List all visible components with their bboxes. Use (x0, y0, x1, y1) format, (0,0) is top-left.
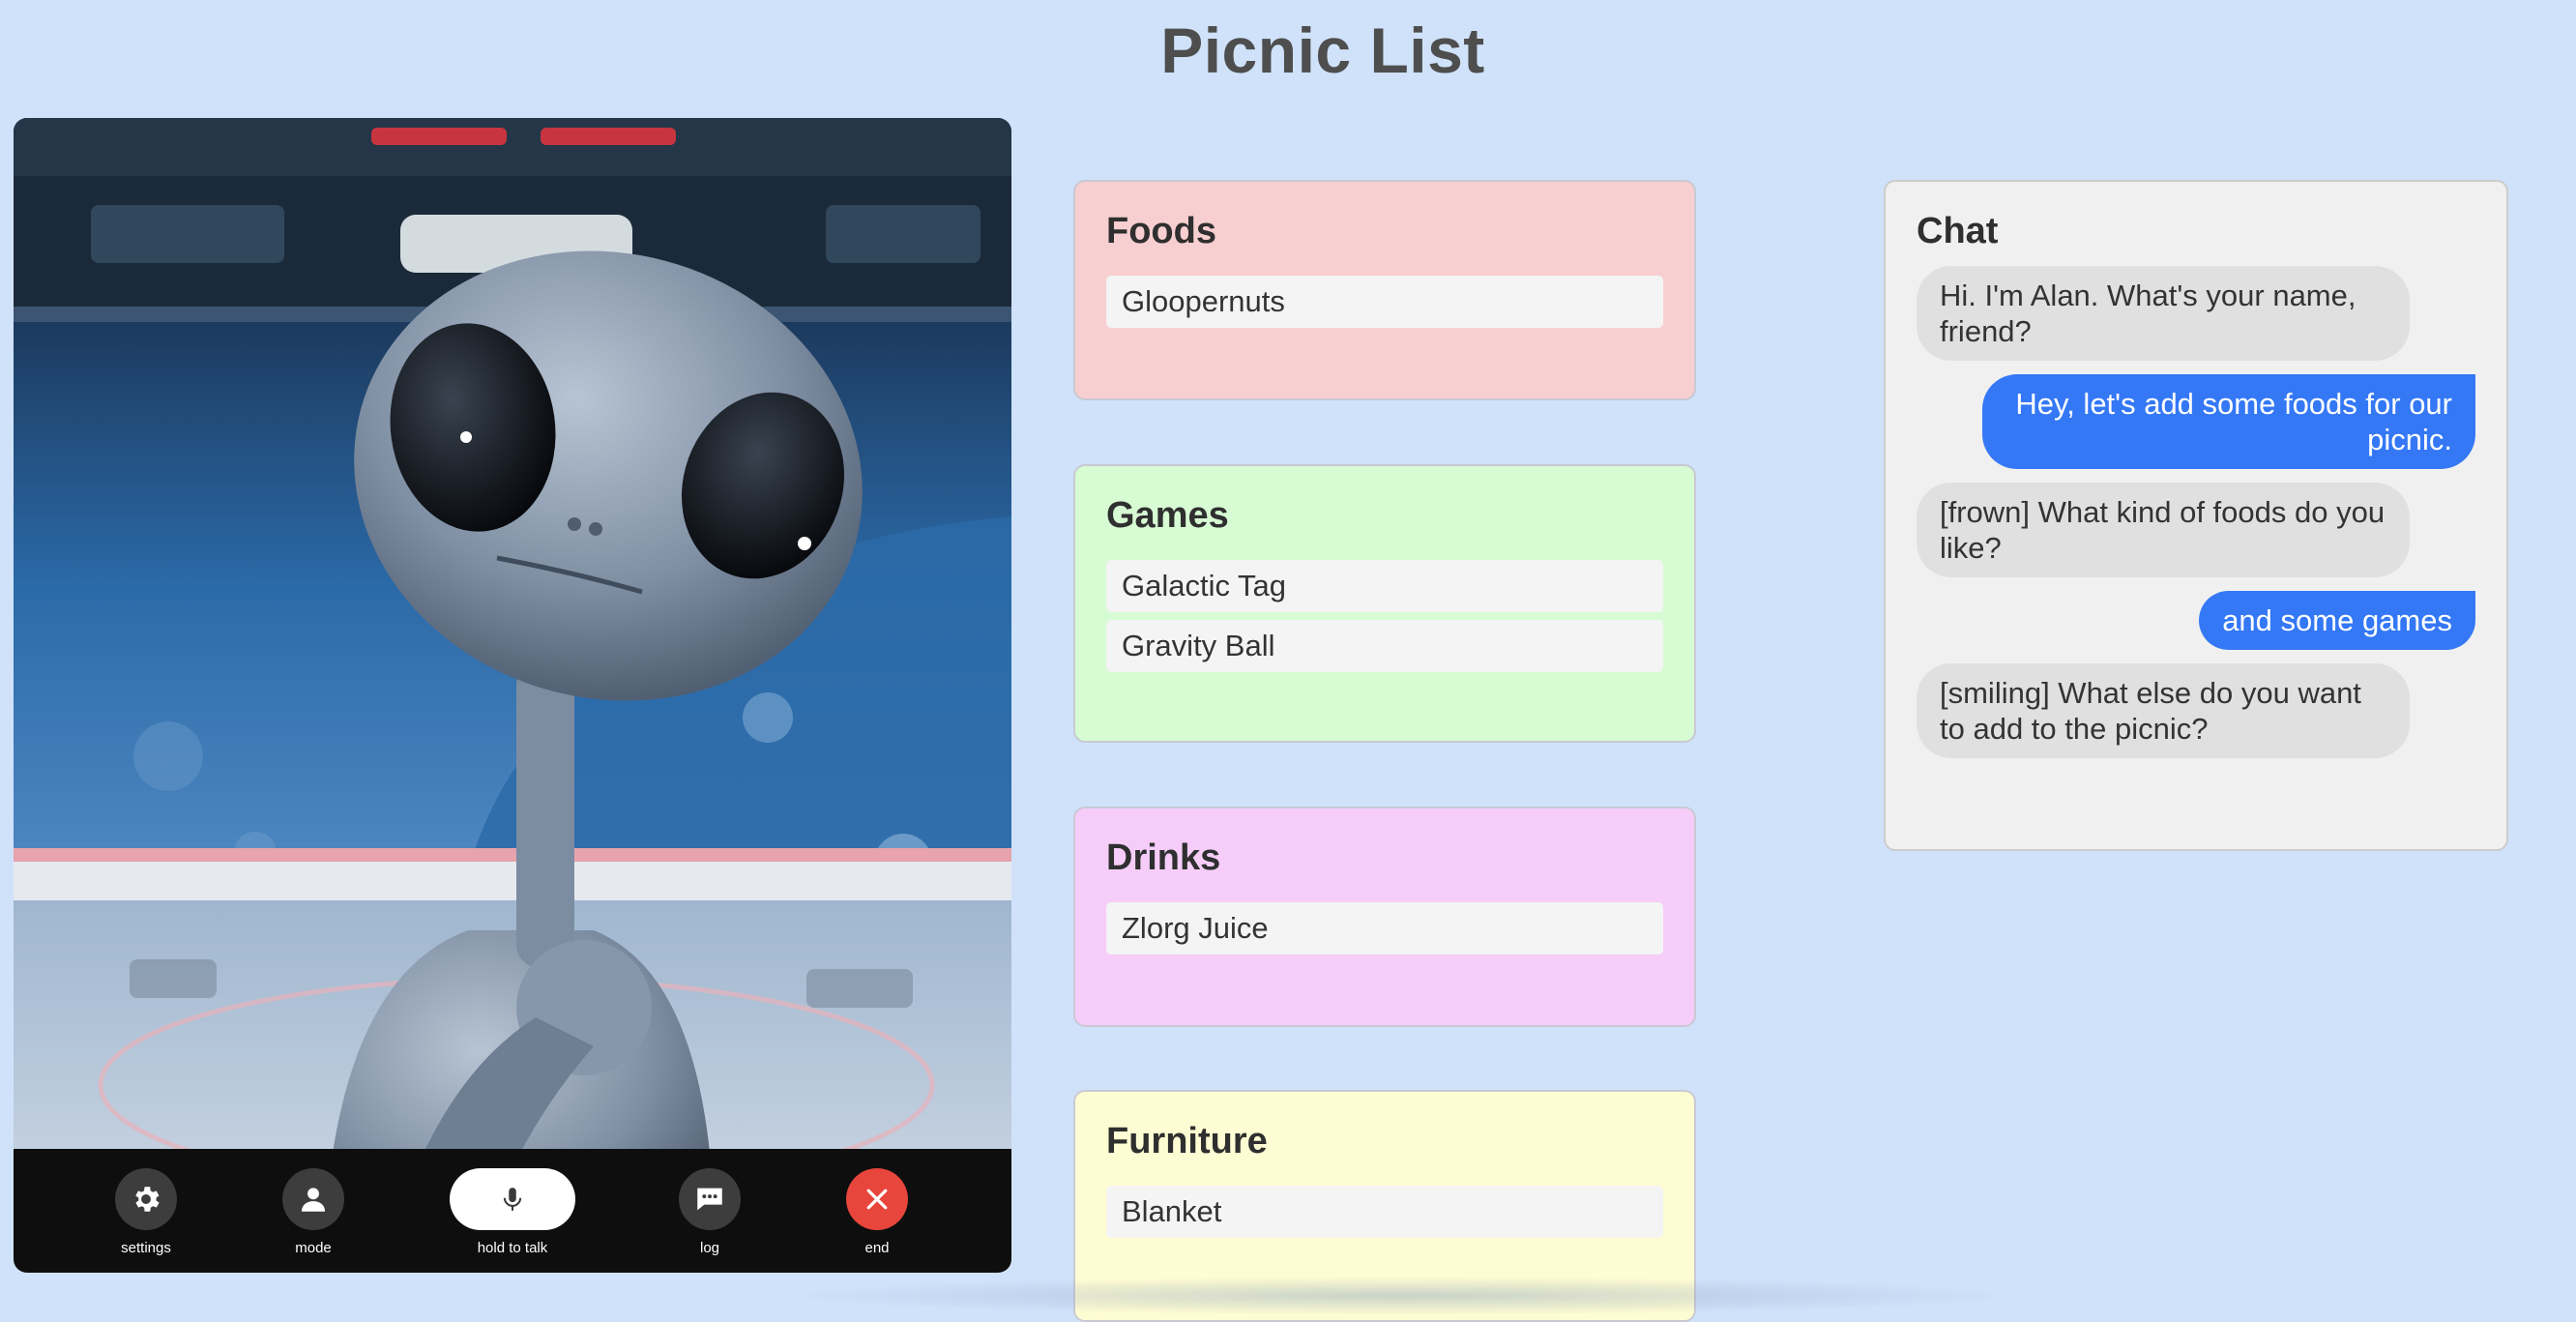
close-icon (866, 1189, 888, 1210)
mode-button-circle[interactable] (282, 1168, 344, 1230)
settings-button[interactable]: settings (115, 1168, 177, 1256)
video-call-panel: settings mode hold to talk log end (14, 118, 1011, 1273)
settings-label: settings (121, 1240, 171, 1256)
chat-message-bot: Hi. I'm Alan. What's your name, friend? (1917, 266, 2410, 361)
foods-card: Foods Gloopernuts (1073, 180, 1696, 400)
call-control-bar: settings mode hold to talk log end (14, 1149, 1011, 1273)
chat-messages: Hi. I'm Alan. What's your name, friend? … (1917, 266, 2475, 772)
foods-title: Foods (1106, 211, 1216, 251)
list-item[interactable]: Gravity Ball (1106, 620, 1663, 672)
chat-message-user: and some games (2199, 591, 2475, 650)
mode-button[interactable]: mode (282, 1168, 344, 1256)
list-item[interactable]: Zlorg Juice (1106, 902, 1663, 955)
end-label: end (864, 1240, 890, 1256)
end-call-button[interactable]: end (846, 1168, 908, 1256)
games-title: Games (1106, 495, 1229, 536)
list-item[interactable]: Blanket (1106, 1186, 1663, 1238)
chat-panel: Chat Hi. I'm Alan. What's your name, fri… (1884, 180, 2508, 851)
mode-label: mode (295, 1240, 332, 1256)
log-button-circle[interactable] (679, 1168, 741, 1230)
games-card: Games Galactic Tag Gravity Ball (1073, 464, 1696, 743)
hold-to-talk-label: hold to talk (477, 1240, 548, 1256)
gear-icon (135, 1187, 160, 1212)
furniture-title: Furniture (1106, 1121, 1268, 1161)
chat-message-user: Hey, let's add some foods for our picnic… (1982, 374, 2475, 469)
drinks-title: Drinks (1106, 837, 1221, 878)
page-title: Picnic List (1160, 15, 1485, 86)
settings-button-circle[interactable] (115, 1168, 177, 1230)
chat-message-bot: [smiling] What else do you want to add t… (1917, 663, 2410, 758)
hold-to-talk-pill[interactable] (450, 1168, 575, 1230)
log-button[interactable]: log (679, 1168, 741, 1256)
microphone-icon (503, 1188, 522, 1211)
drinks-card: Drinks Zlorg Juice (1073, 807, 1696, 1027)
chat-message-bot: [frown] What kind of foods do you like? (1917, 483, 2410, 577)
log-label: log (699, 1240, 720, 1256)
bottom-shadow (774, 1277, 2031, 1315)
person-icon (301, 1188, 326, 1212)
end-call-circle[interactable] (846, 1168, 908, 1230)
hold-to-talk-button[interactable]: hold to talk (450, 1168, 575, 1256)
list-item[interactable]: Galactic Tag (1106, 560, 1663, 612)
chat-bubble-icon (697, 1188, 722, 1211)
chat-title: Chat (1917, 211, 1999, 251)
list-item[interactable]: Gloopernuts (1106, 276, 1663, 328)
alien-avatar-video (14, 118, 1011, 1273)
